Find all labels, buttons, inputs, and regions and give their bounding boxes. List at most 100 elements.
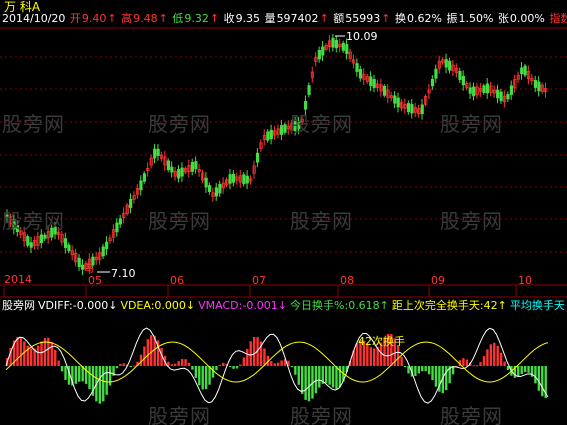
candle-body — [77, 257, 81, 268]
quote-date: 2014/10/20 — [2, 12, 66, 25]
histogram-bar — [222, 362, 225, 366]
axis-month-label: 06 — [170, 274, 184, 287]
high-marker-label: 10.09 — [346, 30, 378, 43]
histogram-bar — [331, 366, 335, 388]
candle-body — [523, 65, 527, 76]
open-label: 开 — [69, 12, 81, 25]
histogram-bar — [102, 366, 105, 402]
candle-body — [63, 238, 68, 248]
amplitude-label: 振 — [446, 12, 458, 25]
vdea-value: VDEA:0.000↓ — [120, 299, 196, 312]
candle-body — [101, 246, 105, 257]
candle-body — [279, 125, 284, 135]
histogram-bar — [105, 366, 108, 395]
candle-body — [129, 198, 133, 208]
histogram-bar — [215, 366, 218, 371]
candle-body — [153, 148, 157, 159]
avg-turnover-days: 平均换手天 — [509, 299, 565, 312]
candle-body — [358, 68, 363, 79]
change-value: 0.00% — [509, 12, 545, 25]
candle-body — [29, 242, 33, 248]
low-label: 低 — [172, 12, 184, 25]
open-arrow: ↑ — [107, 12, 117, 25]
today-turnover-value: 今日换手%:0.618↑ — [290, 299, 389, 312]
turnover-label: 换 — [395, 12, 406, 25]
candle-body — [245, 175, 249, 184]
low-value: 9.32 — [184, 12, 209, 25]
histogram-bar — [180, 358, 184, 366]
histogram-bar — [16, 337, 19, 366]
candle-body — [307, 85, 311, 95]
histogram-bar — [475, 365, 479, 367]
candle-body — [485, 83, 490, 94]
histogram-bar — [64, 366, 67, 380]
amount-label: 额 — [333, 12, 345, 25]
histogram-bar — [177, 361, 180, 366]
histogram-bar — [541, 366, 544, 397]
histogram-bar — [36, 345, 40, 366]
candle-body — [190, 162, 195, 172]
candle-body — [214, 187, 219, 197]
histogram-bar — [119, 364, 122, 366]
histogram-bar — [122, 363, 126, 366]
candle-body — [345, 44, 349, 54]
watermark: 股旁网 — [2, 112, 65, 136]
high-label: 高 — [121, 12, 133, 25]
candle-body — [448, 60, 452, 71]
candle-body — [533, 80, 538, 88]
histogram-bar — [527, 366, 530, 373]
candle-body — [520, 67, 524, 75]
candle-body — [420, 104, 424, 115]
histogram-bar — [328, 366, 331, 385]
candle-body — [283, 124, 287, 133]
histogram-bar — [57, 360, 60, 366]
candle-body — [170, 166, 174, 173]
histogram-bar — [242, 357, 246, 366]
candle-body — [218, 184, 222, 194]
amount-value: 55993 — [345, 12, 381, 25]
histogram-bar — [198, 366, 201, 386]
histogram-bar — [421, 366, 424, 372]
candle-body — [231, 173, 236, 183]
histogram-bar — [424, 366, 427, 372]
histogram-bar — [184, 359, 187, 366]
candle-body — [341, 42, 345, 51]
histogram-bar — [314, 366, 318, 394]
watermark: 股旁网 — [290, 404, 353, 425]
histogram-bar — [335, 366, 338, 390]
histogram-bar — [414, 366, 417, 376]
candle-body — [372, 79, 376, 88]
candle-body — [506, 94, 510, 100]
histogram-bar — [280, 360, 283, 366]
vdiff-value: VDIFF:-0.000↓ — [38, 299, 118, 312]
histogram-bar — [304, 366, 307, 400]
histogram-bar — [143, 346, 146, 366]
histogram-bar — [499, 352, 503, 366]
histogram-bar — [252, 336, 256, 366]
histogram-bar — [318, 366, 321, 388]
candle-body — [139, 180, 143, 191]
indicator-name: 股旁网 — [2, 299, 35, 312]
histogram-bar — [78, 366, 81, 382]
histogram-bar — [503, 361, 506, 366]
high-value: 9.48 — [133, 12, 158, 25]
index-label: 指数 — [549, 12, 567, 25]
histogram-bar — [170, 364, 174, 366]
histogram-bar — [150, 335, 153, 366]
histogram-bar — [294, 366, 297, 375]
histogram-bar — [479, 361, 482, 366]
histogram-bar — [187, 362, 191, 366]
candle-body — [67, 244, 71, 252]
watermark: 股旁网 — [440, 112, 503, 136]
candle-body — [43, 234, 47, 239]
histogram-bar — [517, 366, 520, 377]
histogram-bar — [139, 354, 143, 366]
axis-month-label: 08 — [340, 274, 354, 287]
low-arrow: ↑ — [209, 12, 220, 25]
histogram-bar — [369, 347, 372, 366]
candle-body — [537, 81, 541, 92]
histogram-bar — [108, 366, 112, 386]
histogram-bar — [19, 337, 23, 366]
candle-body — [228, 174, 232, 184]
volume-value: 597402 — [276, 12, 319, 25]
